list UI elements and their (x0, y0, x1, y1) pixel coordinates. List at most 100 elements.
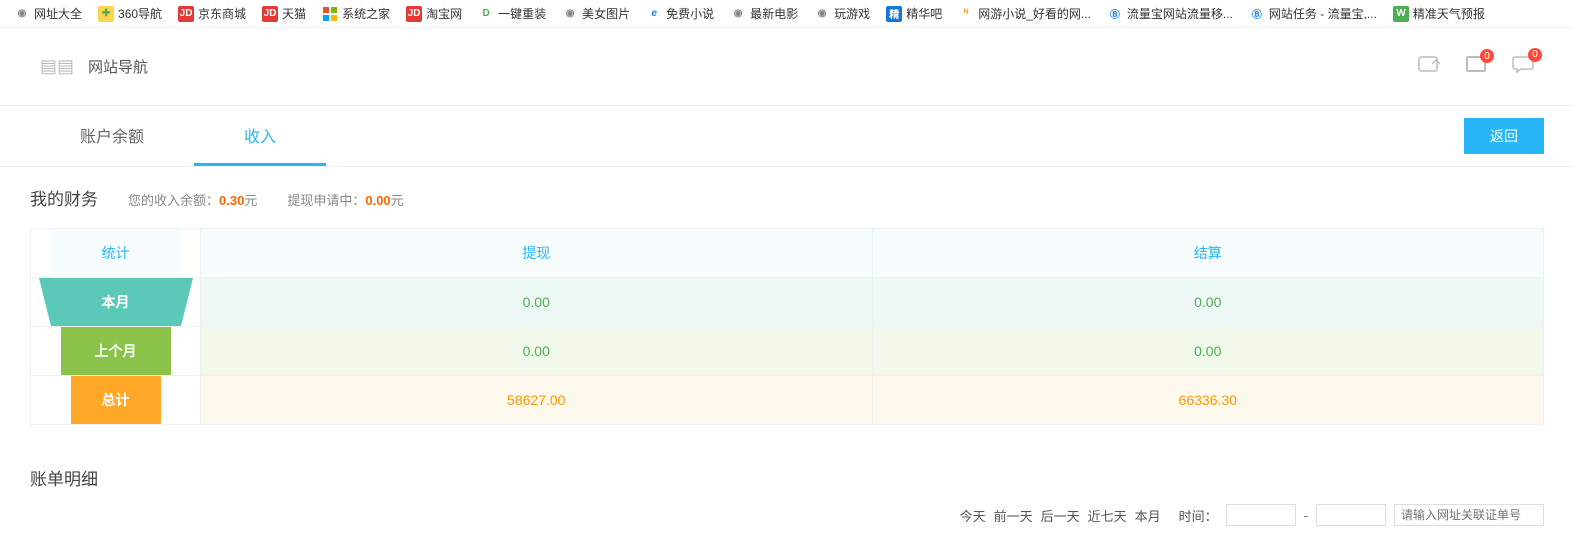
bookmark-item[interactable]: JD淘宝网 (400, 3, 468, 24)
bookmark-label: 淘宝网 (426, 5, 462, 22)
cart-badge: 0 (1480, 49, 1494, 63)
col-settle-header: 结算 (872, 229, 1544, 278)
globe-icon: ◉ (562, 6, 578, 22)
bookmark-item[interactable]: ◉最新电影 (724, 3, 804, 24)
globe-icon: ◉ (814, 6, 830, 22)
bookmark-item[interactable]: 系统之家 (316, 3, 396, 24)
site-icon: JD (406, 6, 422, 22)
billing-filters: 今天 前一天 后一天 近七天 本月 时间： - (30, 504, 1544, 536)
withdraw-unit: 元 (391, 193, 404, 208)
cell-withdraw: 0.00 (201, 327, 873, 376)
finance-title: 我的财务 (30, 185, 98, 210)
bookmark-item[interactable]: W精准天气预报 (1387, 3, 1491, 24)
finance-header: 我的财务 您的收入余额：0.30元 提现申请中：0.00元 (30, 185, 1544, 210)
bookmark-label: 流量宝网站流量移... (1127, 5, 1233, 22)
income-label: 您的收入余额： (128, 193, 219, 208)
menu-grid-icon[interactable]: ▤▤ (40, 56, 74, 77)
bookmark-item[interactable]: 精精华吧 (880, 3, 948, 24)
bookmark-label: 玩游戏 (834, 5, 870, 22)
chat-badge: 0 (1528, 48, 1542, 62)
filter-today[interactable]: 今天 (960, 506, 986, 525)
row-label: 总计 (71, 376, 161, 424)
cell-settle: 0.00 (872, 327, 1544, 376)
table-row-total: 总计 58627.00 66336.30 (31, 376, 1544, 425)
bookmark-item[interactable]: ◉玩游戏 (808, 3, 876, 24)
time-label: 时间： (1179, 506, 1218, 525)
site-icon: Ⓑ (1249, 6, 1265, 22)
date-sep: - (1304, 508, 1308, 523)
bookmark-label: 免费小说 (666, 5, 714, 22)
bookmark-bar: ◉网址大全 ✚360导航 JD京东商城 JD天猫 系统之家 JD淘宝网 D一键重… (0, 0, 1574, 28)
date-from-input[interactable] (1226, 504, 1296, 526)
stats-table: 统计 提现 结算 本月 0.00 0.00 上个月 0.00 0.00 总计 5… (30, 228, 1544, 425)
income-balance-text: 您的收入余额：0.30元 (128, 190, 257, 209)
chat-icon[interactable]: 0 (1512, 54, 1534, 80)
site-icon (322, 6, 338, 22)
bookmark-item[interactable]: ᴺ网游小说_好看的网... (952, 3, 1097, 24)
bookmark-item[interactable]: JD天猫 (256, 3, 312, 24)
withdraw-pending-text: 提现申请中：0.00元 (287, 190, 403, 209)
withdraw-value: 0.00 (365, 193, 390, 208)
globe-icon: ◉ (730, 6, 746, 22)
site-nav-title[interactable]: 网站导航 (88, 56, 148, 77)
site-icon: ✚ (98, 6, 114, 22)
col-stat-header: 统计 (31, 229, 201, 278)
site-icon: ᴺ (958, 6, 974, 22)
filter-recent7[interactable]: 近七天 (1088, 506, 1127, 525)
header-nav: ▤▤ 网站导航 0 0 (0, 28, 1574, 106)
favorites-icon[interactable] (1418, 54, 1440, 80)
search-input[interactable] (1394, 504, 1544, 526)
income-value: 0.30 (219, 193, 244, 208)
tabs-row: 账户余额 收入 返回 (0, 106, 1574, 167)
bookmark-label: 360导航 (118, 5, 162, 22)
bookmark-label: 网游小说_好看的网... (978, 5, 1091, 22)
col-withdraw-header: 提现 (201, 229, 873, 278)
site-icon: W (1393, 6, 1409, 22)
filter-prev-day[interactable]: 前一天 (994, 506, 1033, 525)
withdraw-label: 提现申请中： (287, 193, 365, 208)
bookmark-label: 精准天气预报 (1413, 5, 1485, 22)
site-icon: JD (178, 6, 194, 22)
row-label: 上个月 (61, 327, 171, 375)
bookmark-item[interactable]: ✚360导航 (92, 3, 168, 24)
row-label: 本月 (51, 278, 181, 326)
cart-icon[interactable]: 0 (1466, 55, 1486, 78)
table-row-last-month: 上个月 0.00 0.00 (31, 327, 1544, 376)
billing-title: 账单明细 (30, 465, 1544, 490)
income-unit: 元 (244, 193, 257, 208)
bookmark-label: 美女图片 (582, 5, 630, 22)
bookmark-label: 最新电影 (750, 5, 798, 22)
bookmark-item[interactable]: ◉美女图片 (556, 3, 636, 24)
site-icon: JD (262, 6, 278, 22)
bookmark-item[interactable]: e免费小说 (640, 3, 720, 24)
bookmark-label: 网址大全 (34, 5, 82, 22)
back-button[interactable]: 返回 (1464, 118, 1544, 154)
bookmark-item[interactable]: JD京东商城 (172, 3, 252, 24)
bookmark-label: 精华吧 (906, 5, 942, 22)
tab-balance[interactable]: 账户余额 (30, 106, 194, 166)
tab-income[interactable]: 收入 (194, 106, 326, 166)
bookmark-item[interactable]: Ⓑ流量宝网站流量移... (1101, 3, 1239, 24)
cell-settle: 0.00 (872, 278, 1544, 327)
site-icon: D (478, 6, 494, 22)
table-row-this-month: 本月 0.00 0.00 (31, 278, 1544, 327)
bookmark-label: 系统之家 (342, 5, 390, 22)
cell-settle: 66336.30 (872, 376, 1544, 425)
filter-next-day[interactable]: 后一天 (1041, 506, 1080, 525)
bookmark-label: 天猫 (282, 5, 306, 22)
date-to-input[interactable] (1316, 504, 1386, 526)
filter-this-month[interactable]: 本月 (1135, 506, 1161, 525)
bookmark-item[interactable]: Ⓑ网站任务 - 流量宝,... (1243, 3, 1383, 24)
cell-withdraw: 58627.00 (201, 376, 873, 425)
bookmark-item[interactable]: D一键重装 (472, 3, 552, 24)
cell-withdraw: 0.00 (201, 278, 873, 327)
bookmark-label: 京东商城 (198, 5, 246, 22)
site-icon: e (646, 6, 662, 22)
bookmark-item[interactable]: ◉网址大全 (8, 3, 88, 24)
bookmark-label: 网站任务 - 流量宝,... (1269, 5, 1377, 22)
site-icon: Ⓑ (1107, 6, 1123, 22)
bookmark-label: 一键重装 (498, 5, 546, 22)
site-icon: 精 (886, 6, 902, 22)
globe-icon: ◉ (14, 6, 30, 22)
stat-header-label: 统计 (51, 229, 181, 277)
